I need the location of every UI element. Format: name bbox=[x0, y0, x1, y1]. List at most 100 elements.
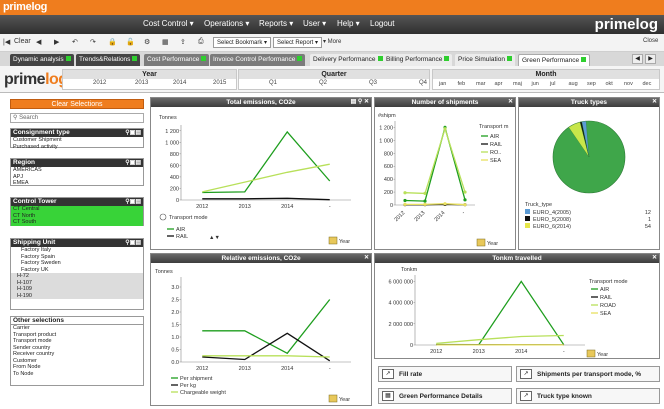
x-tick-label: - bbox=[563, 349, 565, 355]
month-sep[interactable]: sep bbox=[587, 81, 596, 87]
select-bookmark-dropdown[interactable]: Select Bookmark ▾ bbox=[213, 37, 272, 48]
month-selector: Month jan feb mar apr maj jun jul aug sep okt nov d… bbox=[432, 69, 660, 90]
month-maj[interactable]: maj bbox=[513, 81, 522, 87]
quarter-q4[interactable]: Q4 bbox=[419, 80, 427, 86]
chart-close-icon[interactable]: ✕ bbox=[652, 254, 657, 263]
quarter-q2[interactable]: Q2 bbox=[319, 80, 327, 86]
legend-label: RAIL bbox=[490, 142, 502, 148]
chart-close-icon[interactable]: ✕ bbox=[364, 254, 369, 263]
quarter-q3[interactable]: Q3 bbox=[369, 80, 377, 86]
shipments-per-mode-button[interactable]: ↗ Shipments per transport mode, % bbox=[516, 366, 660, 382]
chart-tools-icon[interactable]: ▤ ⚲ ✕ bbox=[351, 98, 369, 107]
unlock-icon[interactable]: 🔓 bbox=[126, 38, 135, 46]
tabs-next-icon[interactable]: ▶ bbox=[645, 54, 656, 64]
quarter-label: Quarter bbox=[239, 70, 429, 79]
list-item[interactable]: Purchased activity bbox=[11, 144, 143, 151]
total-emissions-chart: Total emissions, CO2e ▤ ⚲ ✕ 0 200 400 600 800… bbox=[150, 97, 372, 250]
month-mar[interactable]: mar bbox=[476, 81, 485, 87]
clear-button[interactable]: Clear bbox=[14, 38, 31, 45]
y-tick-label: 2.0 bbox=[171, 310, 179, 316]
table-icon: ▦ bbox=[382, 391, 394, 401]
menu-logout[interactable]: Logout bbox=[370, 19, 394, 28]
quarter-q1[interactable]: Q1 bbox=[269, 80, 277, 86]
clear-selections-button[interactable]: Clear Selections bbox=[10, 99, 144, 109]
year-selector: Year 2012 2013 2014 2015 bbox=[62, 69, 237, 90]
x-axis-title: Year bbox=[597, 352, 608, 358]
more-button[interactable]: ▾ More bbox=[323, 38, 341, 45]
search-icon[interactable]: ⚲▣▤ bbox=[125, 198, 141, 206]
legend-label: EURO_5(2008) bbox=[533, 217, 571, 223]
x-tick-label: - bbox=[461, 210, 467, 216]
list-item[interactable]: To Node bbox=[11, 371, 143, 378]
year-2013[interactable]: 2013 bbox=[135, 80, 148, 86]
close-button[interactable]: Close bbox=[643, 38, 658, 44]
tab-price-simulation[interactable]: Price Simulation bbox=[455, 54, 515, 66]
menu-reports[interactable]: Reports ▾ bbox=[259, 19, 293, 28]
x-tick-label: 2012 bbox=[196, 204, 208, 210]
y-tick-label: 0 bbox=[176, 198, 179, 204]
month-jun[interactable]: jun bbox=[532, 81, 539, 87]
tab-invoice-control[interactable]: Invoice Control Performance bbox=[210, 54, 306, 66]
export-icon[interactable]: ⇪ bbox=[180, 38, 186, 46]
month-okt[interactable]: okt bbox=[606, 81, 613, 87]
search-icon[interactable]: ⚲▣▤ bbox=[125, 159, 141, 167]
menu-user[interactable]: User ▾ bbox=[303, 19, 326, 28]
table-icon[interactable]: ▦ bbox=[162, 38, 169, 46]
tabs-prev-icon[interactable]: ◀ bbox=[632, 54, 643, 64]
month-aug[interactable]: aug bbox=[569, 81, 578, 87]
search-icon[interactable]: ⚲▣▤ bbox=[125, 129, 141, 137]
chart-title: Tonkm travelled ✕ bbox=[375, 254, 659, 263]
chart-close-icon[interactable]: ✕ bbox=[652, 98, 657, 107]
month-jan[interactable]: jan bbox=[439, 81, 446, 87]
back-icon[interactable]: ◀ bbox=[36, 38, 41, 46]
tab-cost-performance[interactable]: Cost Performance bbox=[144, 54, 210, 66]
sheet-tabs: Dynamic analysis Trends&Relations Cost P… bbox=[0, 52, 664, 66]
y-tick-label: 400 bbox=[384, 177, 393, 183]
menu-operations[interactable]: Operations ▾ bbox=[204, 19, 249, 28]
menu-help[interactable]: Help ▾ bbox=[337, 19, 360, 28]
list-item[interactable]: EMEA bbox=[11, 180, 143, 187]
y-tick-label: 0 bbox=[410, 343, 413, 349]
other-selections-items: Carrier Transport product Transport mode Se… bbox=[11, 325, 143, 377]
y-tick-label: 200 bbox=[384, 190, 393, 196]
settings-icon[interactable]: ⚙ bbox=[144, 38, 150, 46]
month-apr[interactable]: apr bbox=[495, 81, 503, 87]
tab-trends-relations[interactable]: Trends&Relations bbox=[76, 54, 141, 66]
search-input[interactable]: ⚲ Search bbox=[10, 113, 144, 123]
month-jul[interactable]: jul bbox=[550, 81, 556, 87]
truck-type-known-button[interactable]: ↗ Truck type known bbox=[516, 388, 660, 404]
print-icon[interactable]: ⎙ bbox=[198, 38, 204, 46]
legend-title: Transport mode bbox=[589, 279, 628, 285]
tab-dynamic-analysis[interactable]: Dynamic analysis bbox=[10, 54, 74, 66]
month-nov[interactable]: nov bbox=[624, 81, 633, 87]
year-2015[interactable]: 2015 bbox=[213, 80, 226, 86]
month-feb[interactable]: feb bbox=[458, 81, 466, 87]
tab-green-performance[interactable]: Green Performance bbox=[518, 54, 591, 66]
list-item[interactable]: H-190 bbox=[11, 292, 143, 299]
clear-icon[interactable]: |◀ bbox=[3, 38, 10, 46]
green-details-button[interactable]: ▦ Green Performance Details bbox=[378, 388, 512, 404]
menu-cost-control[interactable]: Cost Control ▾ bbox=[143, 19, 194, 28]
list-item[interactable]: CT South bbox=[11, 219, 143, 226]
chart-close-icon[interactable]: ✕ bbox=[508, 98, 513, 107]
tab-billing-performance[interactable]: Billing Performance bbox=[383, 54, 453, 66]
brand-logo: primelog bbox=[3, 1, 48, 13]
redo-icon[interactable]: ↷ bbox=[90, 38, 96, 46]
legend-swatch bbox=[525, 216, 530, 221]
fill-rate-button[interactable]: ↗ Fill rate bbox=[378, 366, 512, 382]
month-dec[interactable]: dec bbox=[643, 81, 652, 87]
series-line-per-shipment bbox=[202, 299, 331, 355]
y-tick-label: 1.0 bbox=[171, 335, 179, 341]
undo-icon[interactable]: ↶ bbox=[72, 38, 78, 46]
data-point bbox=[403, 202, 407, 206]
year-2012[interactable]: 2012 bbox=[93, 80, 106, 86]
forward-icon[interactable]: ▶ bbox=[54, 38, 59, 46]
y-tick-label: 1 000 bbox=[379, 138, 393, 144]
tab-delivery-performance[interactable]: Delivery Performance bbox=[310, 54, 386, 66]
lock-icon[interactable]: 🔒 bbox=[108, 38, 117, 46]
select-report-dropdown[interactable]: Select Report ▾ bbox=[273, 37, 323, 48]
search-icon[interactable]: ⚲▣▤ bbox=[125, 239, 141, 247]
year-2014[interactable]: 2014 bbox=[173, 80, 186, 86]
chart-title: Truck types ✕ bbox=[519, 98, 659, 107]
shipping-unit-header: Shipping Unit ⚲▣▤ bbox=[11, 239, 143, 247]
